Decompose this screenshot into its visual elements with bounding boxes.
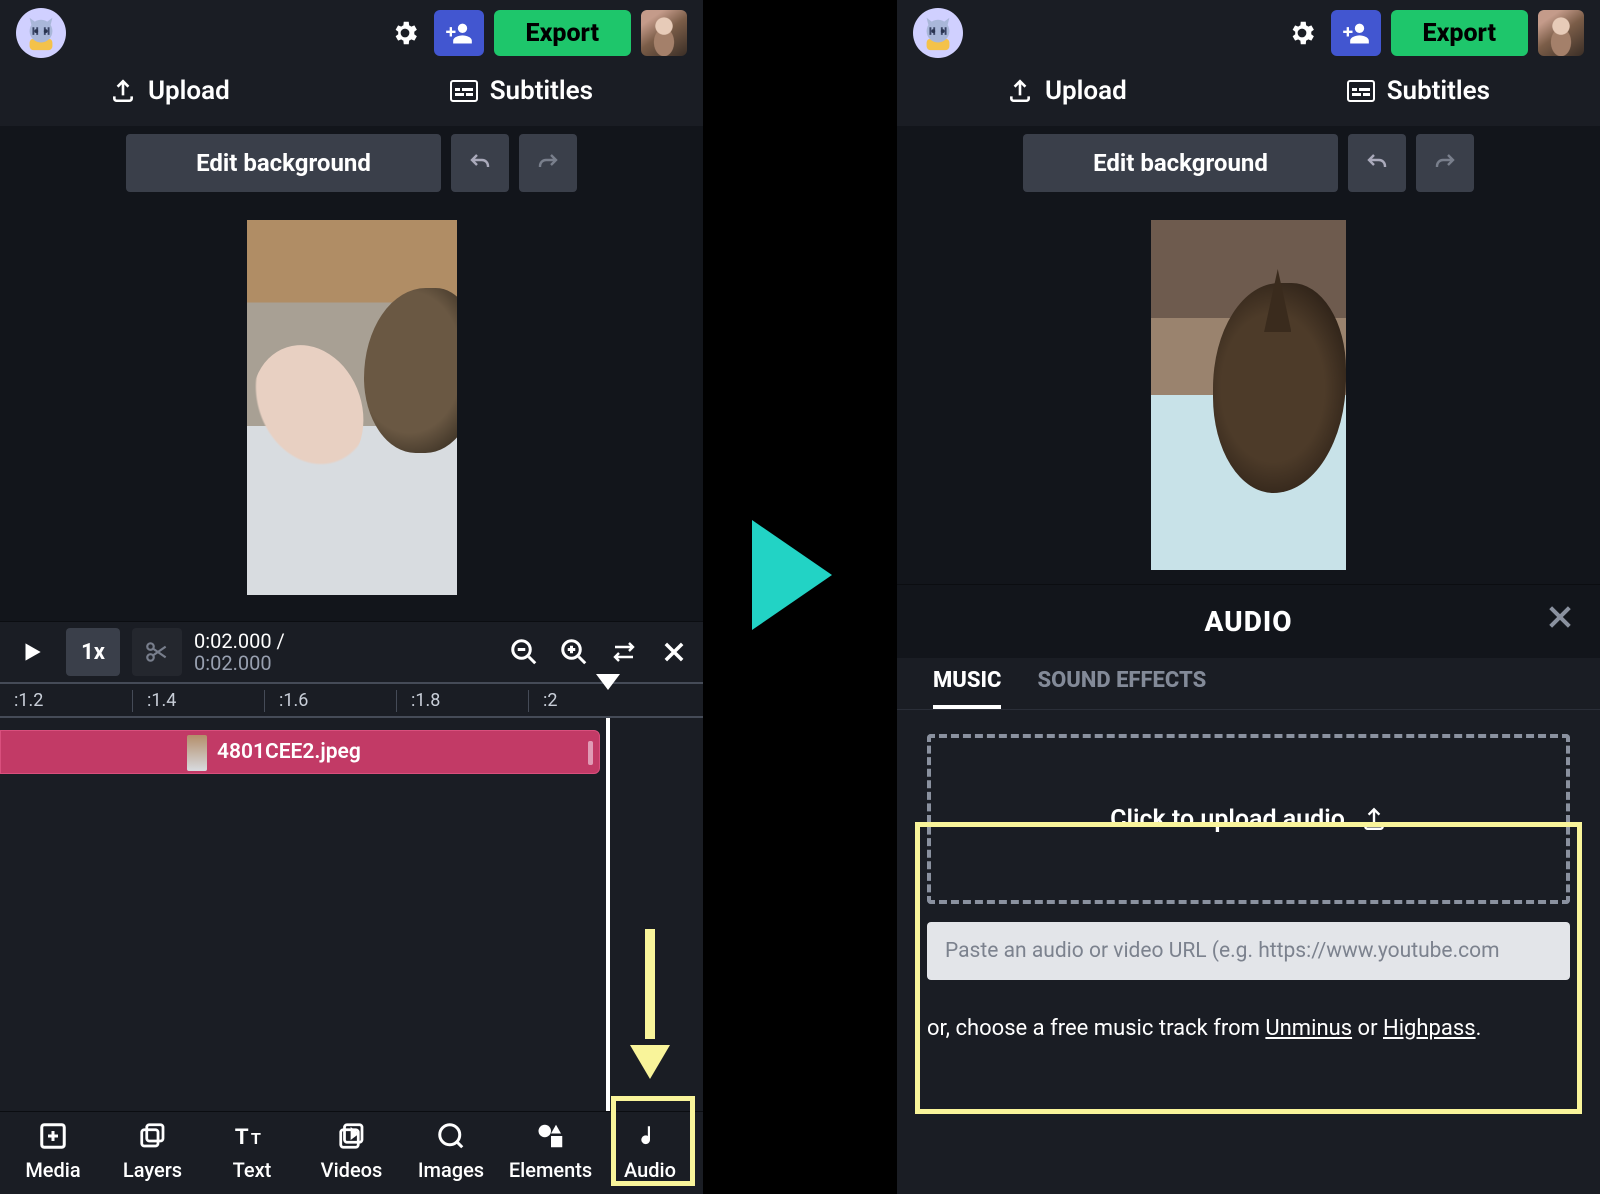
upload-subtitles-row: Upload Subtitles — [897, 62, 1600, 126]
svg-text:T: T — [235, 1124, 249, 1149]
edit-background-button[interactable]: Edit background — [1023, 134, 1338, 192]
svg-text:T: T — [251, 1131, 261, 1148]
layers-icon — [133, 1120, 173, 1152]
edit-background-button[interactable]: Edit background — [126, 134, 441, 192]
highpass-link[interactable]: Highpass — [1383, 1016, 1476, 1041]
subtitles-label: Subtitles — [490, 76, 593, 106]
split-button[interactable] — [132, 628, 182, 676]
upload-label: Upload — [1045, 76, 1127, 106]
images-icon — [431, 1120, 471, 1152]
url-placeholder: Paste an audio or video URL (e.g. https:… — [945, 939, 1500, 963]
preview-area — [897, 200, 1600, 584]
upload-icon — [1007, 78, 1033, 104]
upload-audio-dropzone[interactable]: Click to upload audio — [927, 734, 1570, 904]
unminus-link[interactable]: Unminus — [1265, 1016, 1352, 1041]
user-avatar[interactable] — [1538, 10, 1584, 56]
undo-button[interactable] — [451, 134, 509, 192]
app-logo[interactable] — [16, 8, 66, 58]
add-user-button[interactable] — [1331, 10, 1381, 56]
audio-tabs: MUSIC SOUND EFFECTS — [897, 658, 1600, 710]
undo-button[interactable] — [1348, 134, 1406, 192]
tick: :2 — [528, 690, 660, 712]
playhead-line — [606, 718, 610, 1148]
clip-handle-right[interactable] — [588, 741, 593, 765]
timecode: 0:02.000 / 0:02.000 — [194, 630, 285, 674]
timeline-clip[interactable]: 4801CEE2.jpeg — [0, 730, 600, 774]
bottom-tabbar: Media Layers TT Text Videos Images Eleme… — [0, 1111, 703, 1194]
preview-image[interactable] — [1151, 220, 1346, 570]
speed-button[interactable]: 1x — [66, 628, 120, 676]
audio-title: AUDIO — [1204, 605, 1292, 638]
time-total: 0:02.000 — [194, 651, 272, 675]
tab-images[interactable]: Images — [406, 1120, 496, 1182]
step-arrow-icon — [752, 520, 832, 630]
tab-media[interactable]: Media — [8, 1120, 98, 1182]
left-panel: Export Upload Subtitles Edit background — [0, 0, 703, 1194]
timeline-tracks[interactable]: 4801CEE2.jpeg — [0, 718, 703, 828]
videos-icon — [332, 1120, 372, 1152]
app-logo[interactable] — [913, 8, 963, 58]
upload-label: Upload — [148, 76, 230, 106]
tab-sound-effects[interactable]: SOUND EFFECTS — [1037, 668, 1206, 709]
tick: :1.2 — [0, 690, 132, 712]
tab-layers[interactable]: Layers — [108, 1120, 198, 1182]
right-panel: Export Upload Subtitles Edit background — [897, 0, 1600, 1194]
subtitles-label: Subtitles — [1387, 76, 1490, 106]
free-track-text: or, choose a free music track from Unmin… — [897, 980, 1600, 1041]
tick: :1.8 — [396, 690, 528, 712]
tab-music[interactable]: MUSIC — [933, 668, 1001, 709]
edit-toolbar: Edit background — [0, 126, 703, 200]
settings-button[interactable] — [386, 14, 424, 52]
audio-url-input[interactable]: Paste an audio or video URL (e.g. https:… — [927, 922, 1570, 980]
edit-toolbar: Edit background — [897, 126, 1600, 200]
tab-elements[interactable]: Elements — [506, 1120, 596, 1182]
audio-icon — [630, 1120, 670, 1152]
close-timeline-button[interactable] — [655, 633, 693, 671]
subtitles-button[interactable]: Subtitles — [1347, 76, 1490, 106]
playback-controls: 1x 0:02.000 / 0:02.000 — [0, 621, 703, 682]
topbar: Export — [0, 0, 703, 62]
tab-text[interactable]: TT Text — [207, 1120, 297, 1182]
zoom-out-button[interactable] — [505, 633, 543, 671]
preview-image[interactable] — [247, 220, 457, 595]
text-icon: TT — [232, 1120, 272, 1152]
subtitles-icon — [1347, 80, 1375, 102]
clip-thumbnail — [187, 735, 207, 771]
export-button[interactable]: Export — [494, 10, 631, 56]
fit-button[interactable] — [605, 633, 643, 671]
export-button[interactable]: Export — [1391, 10, 1528, 56]
tab-videos[interactable]: Videos — [307, 1120, 397, 1182]
audio-panel-header: AUDIO — [897, 584, 1600, 658]
upload-icon — [1361, 806, 1387, 832]
redo-button[interactable] — [519, 134, 577, 192]
upload-button[interactable]: Upload — [110, 76, 230, 106]
tick: :1.4 — [132, 690, 264, 712]
upload-icon — [110, 78, 136, 104]
upload-subtitles-row: Upload Subtitles — [0, 62, 703, 126]
topbar: Export — [897, 0, 1600, 62]
tick: :1.6 — [264, 690, 396, 712]
subtitles-icon — [450, 80, 478, 102]
close-audio-panel-button[interactable] — [1544, 601, 1576, 633]
settings-button[interactable] — [1283, 14, 1321, 52]
play-button[interactable] — [10, 630, 54, 674]
zoom-in-button[interactable] — [555, 633, 593, 671]
tab-audio[interactable]: Audio — [605, 1120, 695, 1182]
timeline-ruler[interactable]: :1.2 :1.4 :1.6 :1.8 :2 — [0, 682, 703, 718]
user-avatar[interactable] — [641, 10, 687, 56]
upload-button[interactable]: Upload — [1007, 76, 1127, 106]
redo-button[interactable] — [1416, 134, 1474, 192]
playhead[interactable] — [596, 674, 620, 690]
dropzone-label: Click to upload audio — [1110, 805, 1345, 834]
time-current: 0:02.000 — [194, 629, 272, 653]
subtitles-button[interactable]: Subtitles — [450, 76, 593, 106]
elements-icon — [531, 1120, 571, 1152]
add-user-button[interactable] — [434, 10, 484, 56]
media-icon — [33, 1120, 73, 1152]
tutorial-arrow — [635, 929, 665, 1079]
clip-filename: 4801CEE2.jpeg — [217, 740, 361, 764]
preview-area — [0, 200, 703, 621]
